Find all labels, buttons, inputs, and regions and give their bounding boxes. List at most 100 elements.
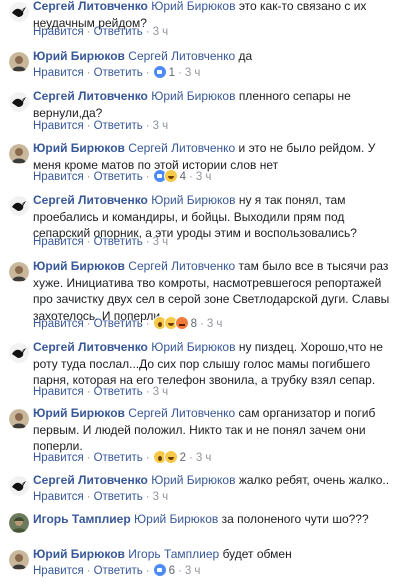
mention-link[interactable]: Юрий Бирюков bbox=[134, 512, 218, 526]
like-link[interactable]: Нравится bbox=[33, 491, 84, 503]
like-link[interactable]: Нравится bbox=[33, 386, 84, 398]
reply-link[interactable]: Ответить bbox=[94, 26, 143, 38]
reaction-count[interactable]: 6 bbox=[167, 565, 175, 577]
reaction-count[interactable]: 8 bbox=[189, 318, 197, 330]
comment-timestamp[interactable]: 3 ч bbox=[185, 565, 201, 577]
separator-dot: · bbox=[86, 67, 91, 79]
comment-actions: Нравится · Ответить · 3 ч bbox=[33, 118, 168, 134]
separator-dot: · bbox=[145, 120, 150, 132]
reply-link[interactable]: Ответить bbox=[94, 236, 143, 248]
comment-body: Сергей Литовченко Юрий Бирюков пленного … bbox=[33, 88, 396, 121]
comment-body: Юрий Бирюков Сергей Литовченко да bbox=[33, 48, 396, 65]
comment-timestamp[interactable]: 3 ч bbox=[153, 491, 169, 503]
mention-link[interactable]: Юрий Бирюков bbox=[151, 89, 235, 103]
eagle-avatar[interactable] bbox=[9, 343, 29, 363]
comment-author-link[interactable]: Юрий Бирюков bbox=[33, 49, 125, 63]
reply-link[interactable]: Ответить bbox=[94, 386, 143, 398]
comment-timestamp[interactable]: 3 ч bbox=[196, 452, 212, 464]
reply-link[interactable]: Ответить bbox=[94, 452, 143, 464]
mention-link[interactable]: Юрий Бирюков bbox=[151, 473, 235, 487]
mention-link[interactable]: Юрий Бирюков bbox=[151, 0, 235, 13]
comment-timestamp[interactable]: 3 ч bbox=[207, 318, 223, 330]
mention-link[interactable]: Сергей Литовченко bbox=[128, 49, 235, 63]
separator-dot: · bbox=[200, 318, 204, 330]
like-link[interactable]: Нравится bbox=[33, 171, 84, 183]
comment-body: Юрий Бирюков Игорь Тамплиер будет обмен bbox=[33, 546, 396, 563]
like-link[interactable]: Нравится bbox=[33, 452, 84, 464]
reaction-count[interactable]: 1 bbox=[167, 67, 175, 79]
reply-link[interactable]: Ответить bbox=[94, 67, 143, 79]
comment-author-link[interactable]: Игорь Тамплиер bbox=[33, 512, 131, 526]
comment-author-link[interactable]: Юрий Бирюков bbox=[33, 141, 125, 155]
comment-timestamp[interactable]: 3 ч bbox=[153, 236, 169, 248]
mention-link[interactable]: Юрий Бирюков bbox=[151, 340, 235, 354]
separator-dot: · bbox=[145, 67, 150, 79]
comment-author-link[interactable]: Юрий Бирюков bbox=[33, 406, 125, 420]
reply-link[interactable]: Ответить bbox=[94, 318, 143, 330]
mention-link[interactable]: Игорь Тамплиер bbox=[128, 547, 219, 561]
reaction-count[interactable]: 4 bbox=[178, 171, 186, 183]
comment-text: будет обмен bbox=[222, 547, 292, 561]
separator-dot: · bbox=[86, 318, 91, 330]
reply-link[interactable]: Ответить bbox=[94, 171, 143, 183]
comment-author-link[interactable]: Юрий Бирюков bbox=[33, 259, 125, 273]
like-link[interactable]: Нравится bbox=[33, 120, 84, 132]
comment-timestamp[interactable]: 3 ч bbox=[153, 386, 169, 398]
comment-text: за полоненого чути шо??? bbox=[221, 512, 369, 526]
reply-link[interactable]: Ответить bbox=[94, 565, 143, 577]
separator-dot: · bbox=[145, 236, 150, 248]
man-avatar[interactable] bbox=[9, 262, 29, 282]
eagle-avatar[interactable] bbox=[9, 92, 29, 112]
reactions-summary[interactable] bbox=[152, 450, 178, 464]
man-avatar[interactable] bbox=[9, 409, 29, 429]
mention-link[interactable]: Сергей Литовченко bbox=[128, 259, 235, 273]
like-link[interactable]: Нравится bbox=[33, 236, 84, 248]
comment-author-link[interactable]: Юрий Бирюков bbox=[33, 547, 125, 561]
comment-timestamp[interactable]: 3 ч bbox=[153, 120, 169, 132]
comment-timestamp[interactable]: 3 ч bbox=[153, 26, 169, 38]
separator-dot: · bbox=[145, 452, 150, 464]
comment-actions: Нравится · Ответить · 3 ч bbox=[33, 234, 168, 250]
reply-link[interactable]: Ответить bbox=[94, 120, 143, 132]
man-avatar[interactable] bbox=[9, 52, 29, 72]
like-link[interactable]: Нравится bbox=[33, 67, 84, 79]
like-reaction-icon bbox=[152, 65, 167, 79]
reactions-summary[interactable] bbox=[152, 169, 178, 183]
comment-body: Юрий Бирюков Сергей Литовченко там было … bbox=[33, 258, 396, 324]
laugh-reaction-icon bbox=[163, 450, 178, 464]
comment-author-link[interactable]: Сергей Литовченко bbox=[33, 89, 148, 103]
reply-link[interactable]: Ответить bbox=[94, 491, 143, 503]
like-link[interactable]: Нравится bbox=[33, 565, 84, 577]
eagle-avatar[interactable] bbox=[9, 2, 29, 22]
comment-author-link[interactable]: Сергей Литовченко bbox=[33, 473, 148, 487]
comment-actions: Нравится · Ответить · 4 · 3 ч bbox=[33, 169, 211, 185]
reactions-summary[interactable] bbox=[152, 65, 167, 79]
eagle-avatar[interactable] bbox=[9, 476, 29, 496]
comment-author-link[interactable]: Сергей Литовченко bbox=[33, 193, 148, 207]
reactions-summary[interactable] bbox=[152, 316, 189, 330]
like-link[interactable]: Нравится bbox=[33, 26, 84, 38]
like-reaction-icon bbox=[152, 563, 167, 577]
comment-timestamp[interactable]: 3 ч bbox=[196, 171, 212, 183]
comment-timestamp[interactable]: 3 ч bbox=[185, 67, 201, 79]
comment-actions: Нравится · Ответить · 8 · 3 ч bbox=[33, 316, 222, 332]
mention-link[interactable]: Юрий Бирюков bbox=[151, 193, 235, 207]
soldier-avatar[interactable] bbox=[9, 513, 29, 533]
comment-actions: Нравится · Ответить · 3 ч bbox=[33, 384, 168, 400]
reactions-summary[interactable] bbox=[152, 563, 167, 577]
like-link[interactable]: Нравится bbox=[33, 318, 84, 330]
comment-actions: Нравится · Ответить · 2 · 3 ч bbox=[33, 450, 211, 466]
comment-author-link[interactable]: Сергей Литовченко bbox=[33, 340, 148, 354]
man-avatar[interactable] bbox=[9, 550, 29, 570]
comment-text: да bbox=[238, 49, 253, 63]
man-avatar[interactable] bbox=[9, 144, 29, 164]
separator-dot: · bbox=[86, 120, 91, 132]
separator-dot: · bbox=[145, 565, 150, 577]
comment-body: Игорь Тамплиер Юрий Бирюков за полоненог… bbox=[33, 511, 396, 528]
eagle-avatar[interactable] bbox=[9, 196, 29, 216]
comment-author-link[interactable]: Сергей Литовченко bbox=[33, 0, 148, 13]
reaction-count[interactable]: 2 bbox=[178, 452, 186, 464]
laugh-reaction-icon bbox=[163, 169, 178, 183]
mention-link[interactable]: Сергей Литовченко bbox=[128, 406, 235, 420]
mention-link[interactable]: Сергей Литовченко bbox=[128, 141, 235, 155]
